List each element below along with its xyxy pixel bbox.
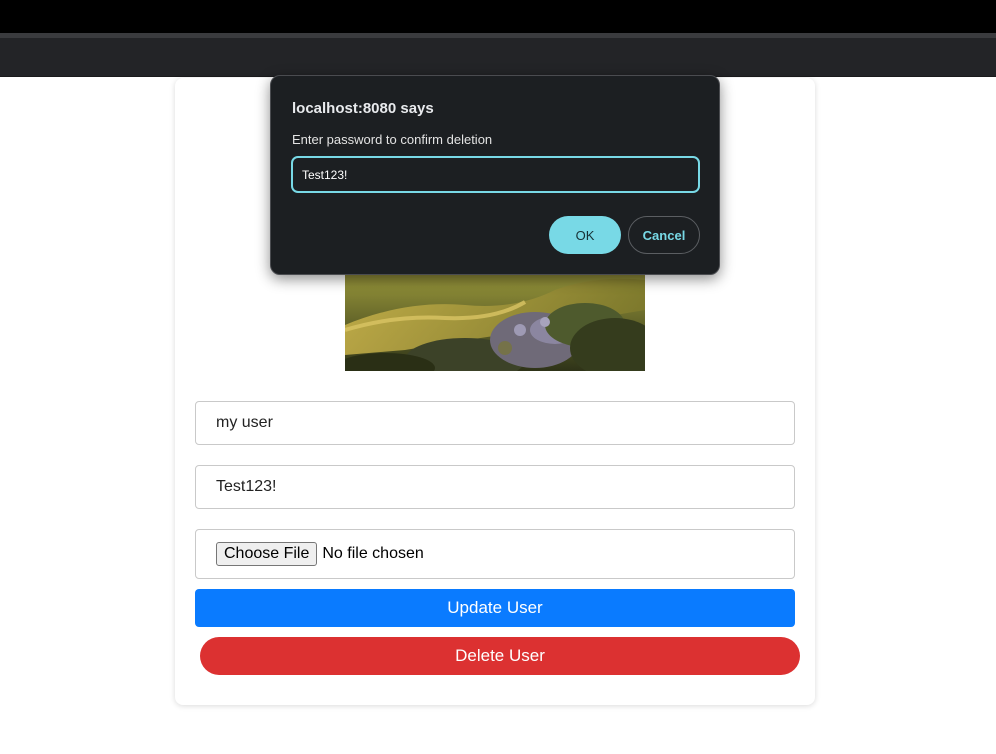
file-input[interactable]: Choose File No file chosen (195, 529, 795, 579)
username-input[interactable]: my user (195, 401, 795, 445)
password-value: Test123! (216, 478, 277, 495)
cancel-button[interactable]: Cancel (628, 216, 700, 254)
browser-top-bar (0, 0, 996, 33)
choose-file-button[interactable]: Choose File (216, 542, 318, 566)
dialog-title: localhost:8080 says (292, 100, 434, 117)
dialog-message: Enter password to confirm deletion (292, 132, 493, 147)
dialog-input-value: Test123! (302, 167, 348, 182)
browser-toolbar (0, 33, 996, 77)
confirm-deletion-dialog: localhost:8080 says Enter password to co… (270, 75, 720, 275)
dialog-password-input[interactable]: Test123! (291, 156, 700, 193)
delete-user-button[interactable]: Delete User (200, 637, 800, 675)
file-status-text: No file chosen (322, 545, 424, 562)
password-input[interactable]: Test123! (195, 465, 795, 509)
update-user-button[interactable]: Update User (195, 589, 795, 627)
username-value: my user (216, 414, 273, 431)
ok-button[interactable]: OK (549, 216, 621, 254)
